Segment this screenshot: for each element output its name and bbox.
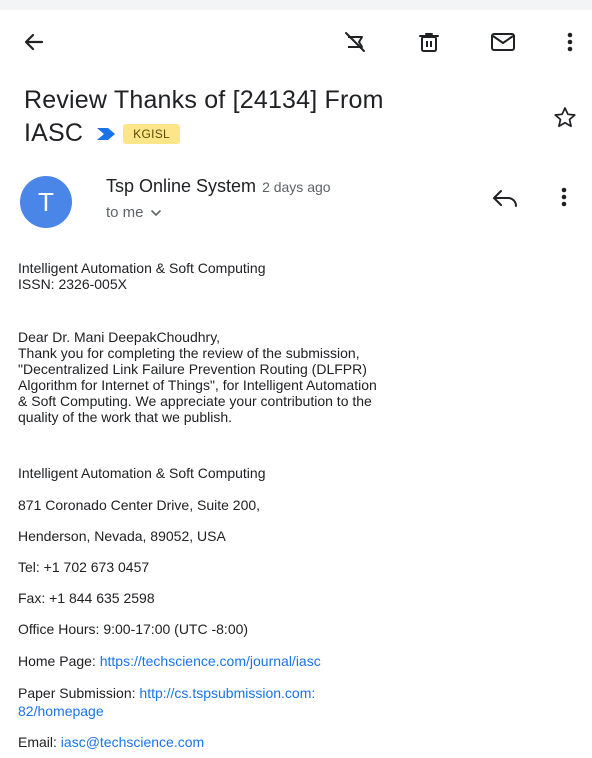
submission-label: Paper Submission:	[18, 685, 140, 701]
home-page-link[interactable]: https://techscience.com/journal/iasc	[100, 653, 321, 669]
submission-link[interactable]: http://cs.tspsubmission.com:	[139, 685, 315, 701]
chevron-down-icon	[150, 204, 162, 221]
sender-row: Tsp Online System 2 days ago	[106, 176, 331, 197]
reply-icon[interactable]	[490, 186, 520, 215]
signature-address-1: 871 Coronado Center Drive, Suite 200,	[18, 497, 261, 513]
mail-icon[interactable]	[489, 28, 517, 56]
submission-line: Paper Submission: http://cs.tspsubmissio…	[18, 684, 578, 720]
back-arrow-icon[interactable]	[20, 28, 48, 56]
recipient-toggle[interactable]: to me	[106, 204, 162, 221]
sender-name: Tsp Online System	[106, 176, 257, 196]
body-line: Algorithm for Internet of Things", for I…	[18, 377, 377, 393]
delete-icon[interactable]	[415, 28, 443, 56]
email-line: Email: iasc@techscience.com	[18, 733, 578, 751]
toolbar	[0, 22, 592, 62]
signature-org: Intelligent Automation & Soft Computing	[18, 465, 266, 481]
signature-address-2: Henderson, Nevada, 89052, USA	[18, 528, 226, 544]
sender-avatar[interactable]: T	[20, 176, 72, 228]
email-label: Email:	[18, 734, 61, 750]
message-more-icon[interactable]	[560, 186, 568, 213]
signature-fax: Fax: +1 844 635 2598	[18, 590, 155, 606]
label-chip[interactable]: KGISL	[123, 123, 181, 144]
journal-name: Intelligent Automation & Soft Computing	[18, 260, 266, 276]
snooze-off-icon[interactable]	[341, 28, 369, 56]
more-vert-icon[interactable]	[556, 28, 584, 56]
sent-time: 2 days ago	[262, 179, 331, 195]
top-edge	[0, 0, 592, 10]
issn: ISSN: 2326-005X	[18, 276, 127, 292]
body-line: quality of the work that we publish.	[18, 409, 233, 425]
email-link[interactable]: iasc@techscience.com	[61, 734, 204, 750]
body-line: Thank you for completing the review of t…	[18, 345, 360, 361]
body-line: & Soft Computing. We appreciate your con…	[18, 393, 372, 409]
subject-line-2: IASC	[24, 119, 84, 147]
home-page-label: Home Page:	[18, 653, 100, 669]
home-page-line: Home Page: https://techscience.com/journ…	[18, 652, 578, 670]
subject-line-1: Review Thanks of [24134] From	[24, 86, 384, 114]
important-marker-icon[interactable]	[95, 117, 117, 150]
journal-header: Intelligent Automation & Soft Computing …	[18, 260, 578, 292]
star-icon[interactable]	[552, 105, 578, 136]
greeting: Dear Dr. Mani DeepakChoudhry,	[18, 329, 221, 345]
body-line: "Decentralized Link Failure Prevention R…	[18, 361, 367, 377]
message-body: Dear Dr. Mani DeepakChoudhry, Thank you …	[18, 329, 578, 425]
recipient-label: to me	[106, 204, 144, 221]
submission-link-cont[interactable]: 82/homepage	[18, 703, 104, 719]
email-subject: Review Thanks of [24134] From IASC KGISL	[24, 84, 544, 150]
signature-hours: Office Hours: 9:00-17:00 (UTC -8:00)	[18, 621, 249, 637]
signature-tel[interactable]: Tel: +1 702 673 0457	[18, 558, 578, 576]
